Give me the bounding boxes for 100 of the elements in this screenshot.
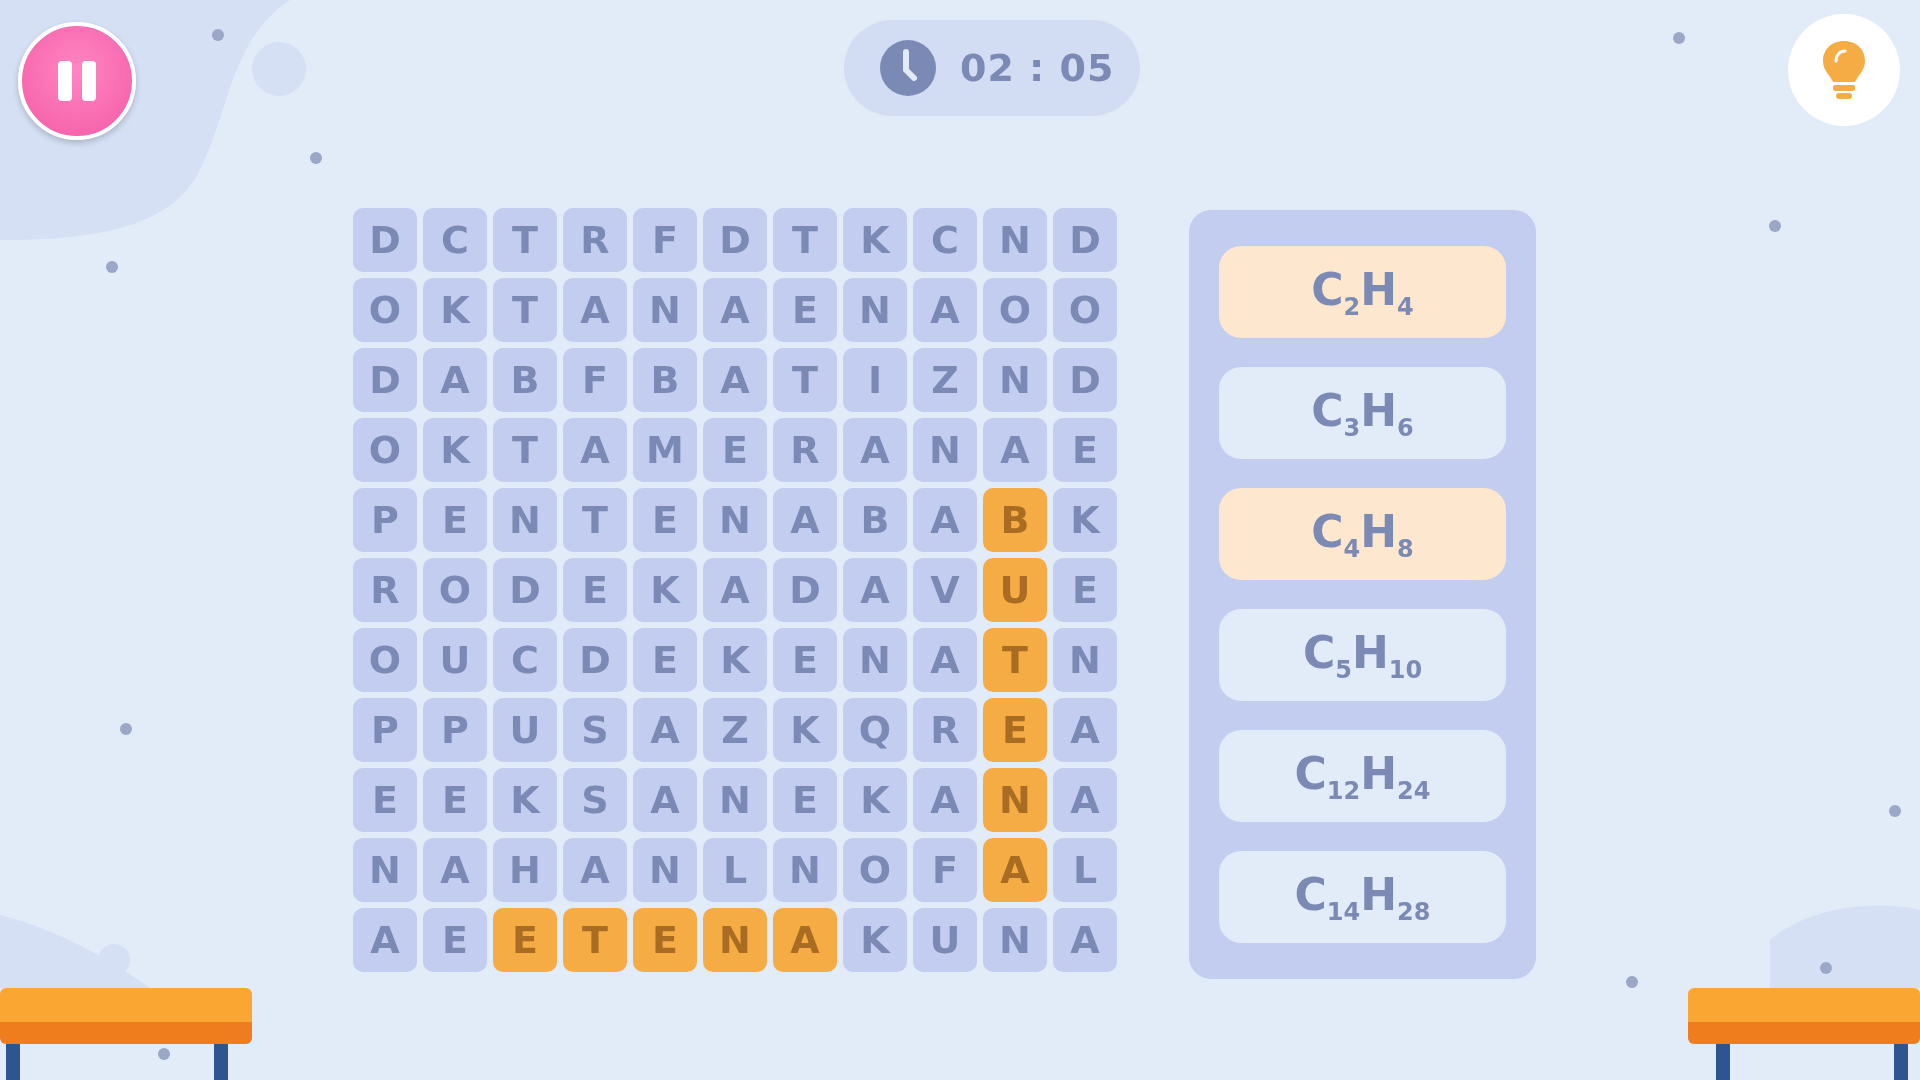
letter-tile[interactable]: P xyxy=(353,488,417,552)
letter-tile[interactable]: E xyxy=(423,908,487,972)
letter-tile[interactable]: E xyxy=(633,628,697,692)
letter-tile[interactable]: E xyxy=(983,698,1047,762)
letter-tile[interactable]: A xyxy=(1053,698,1117,762)
letter-tile[interactable]: P xyxy=(353,698,417,762)
letter-tile[interactable]: E xyxy=(633,488,697,552)
letter-tile[interactable]: A xyxy=(703,348,767,412)
letter-tile[interactable]: T xyxy=(563,488,627,552)
letter-tile[interactable]: A xyxy=(773,488,837,552)
letter-tile[interactable]: E xyxy=(633,908,697,972)
letter-tile[interactable]: T xyxy=(493,418,557,482)
letter-tile[interactable]: R xyxy=(773,418,837,482)
letter-tile[interactable]: U xyxy=(493,698,557,762)
letter-tile[interactable]: D xyxy=(1053,348,1117,412)
letter-tile[interactable]: A xyxy=(633,698,697,762)
letter-tile[interactable]: A xyxy=(563,418,627,482)
letter-tile[interactable]: N xyxy=(1053,628,1117,692)
letter-tile[interactable]: K xyxy=(843,768,907,832)
letter-tile[interactable]: A xyxy=(983,838,1047,902)
letter-tile[interactable]: N xyxy=(633,278,697,342)
letter-tile[interactable]: L xyxy=(703,838,767,902)
letter-tile[interactable]: E xyxy=(1053,418,1117,482)
letter-tile[interactable]: T xyxy=(773,348,837,412)
letter-tile[interactable]: A xyxy=(843,418,907,482)
letter-tile[interactable]: N xyxy=(913,418,977,482)
letter-tile[interactable]: A xyxy=(913,488,977,552)
letter-tile[interactable]: C xyxy=(493,628,557,692)
letter-tile[interactable]: O xyxy=(423,558,487,622)
letter-tile[interactable]: B xyxy=(633,348,697,412)
letter-tile[interactable]: A xyxy=(703,278,767,342)
letter-tile[interactable]: A xyxy=(563,278,627,342)
letter-tile[interactable]: D xyxy=(773,558,837,622)
letter-tile[interactable]: N xyxy=(983,208,1047,272)
letter-tile[interactable]: A xyxy=(913,628,977,692)
letter-tile[interactable]: O xyxy=(843,838,907,902)
letter-tile[interactable]: A xyxy=(983,418,1047,482)
letter-tile[interactable]: E xyxy=(1053,558,1117,622)
letter-tile[interactable]: O xyxy=(353,418,417,482)
letter-tile[interactable]: N xyxy=(983,768,1047,832)
letter-tile[interactable]: Z xyxy=(913,348,977,412)
letter-tile[interactable]: K xyxy=(843,208,907,272)
letter-tile[interactable]: R xyxy=(913,698,977,762)
letter-tile[interactable]: N xyxy=(773,838,837,902)
letter-tile[interactable]: K xyxy=(843,908,907,972)
letter-tile[interactable]: N xyxy=(843,278,907,342)
letter-tile[interactable]: H xyxy=(493,838,557,902)
letter-tile[interactable]: A xyxy=(633,768,697,832)
letter-tile[interactable]: Q xyxy=(843,698,907,762)
letter-tile[interactable]: N xyxy=(843,628,907,692)
letter-tile[interactable]: A xyxy=(1053,908,1117,972)
letter-tile[interactable]: K xyxy=(703,628,767,692)
letter-tile[interactable]: E xyxy=(773,768,837,832)
letter-tile[interactable]: A xyxy=(1053,768,1117,832)
letter-tile[interactable]: Z xyxy=(703,698,767,762)
letter-tile[interactable]: U xyxy=(913,908,977,972)
letter-tile[interactable]: R xyxy=(353,558,417,622)
letter-tile[interactable]: B xyxy=(493,348,557,412)
letter-tile[interactable]: F xyxy=(633,208,697,272)
letter-tile[interactable]: K xyxy=(773,698,837,762)
letter-tile[interactable]: N xyxy=(633,838,697,902)
letter-tile[interactable]: K xyxy=(633,558,697,622)
letter-tile[interactable]: A xyxy=(843,558,907,622)
letter-tile[interactable]: O xyxy=(353,628,417,692)
letter-tile[interactable]: N xyxy=(703,908,767,972)
letter-tile[interactable]: A xyxy=(913,768,977,832)
letter-tile[interactable]: T xyxy=(493,208,557,272)
letter-tile[interactable]: A xyxy=(563,838,627,902)
letter-tile[interactable]: K xyxy=(493,768,557,832)
letter-tile[interactable]: F xyxy=(913,838,977,902)
letter-tile[interactable]: D xyxy=(1053,208,1117,272)
letter-tile[interactable]: N xyxy=(493,488,557,552)
letter-tile[interactable]: E xyxy=(353,768,417,832)
letter-tile[interactable]: O xyxy=(983,278,1047,342)
letter-tile[interactable]: I xyxy=(843,348,907,412)
letter-tile[interactable]: D xyxy=(703,208,767,272)
letter-tile[interactable]: D xyxy=(353,348,417,412)
letter-tile[interactable]: O xyxy=(1053,278,1117,342)
letter-tile[interactable]: F xyxy=(563,348,627,412)
letter-tile[interactable]: U xyxy=(423,628,487,692)
letter-tile[interactable]: E xyxy=(773,278,837,342)
letter-tile[interactable]: A xyxy=(913,278,977,342)
letter-tile[interactable]: T xyxy=(563,908,627,972)
letter-tile[interactable]: A xyxy=(423,348,487,412)
letter-tile[interactable]: T xyxy=(983,628,1047,692)
letter-tile[interactable]: T xyxy=(773,208,837,272)
letter-tile[interactable]: D xyxy=(353,208,417,272)
letter-tile[interactable]: N xyxy=(983,348,1047,412)
letter-tile[interactable]: L xyxy=(1053,838,1117,902)
letter-tile[interactable]: E xyxy=(493,908,557,972)
letter-tile[interactable]: E xyxy=(423,488,487,552)
letter-tile[interactable]: T xyxy=(493,278,557,342)
letter-tile[interactable]: D xyxy=(563,628,627,692)
letter-tile[interactable]: S xyxy=(563,698,627,762)
letter-tile[interactable]: A xyxy=(353,908,417,972)
letter-tile[interactable]: A xyxy=(703,558,767,622)
letter-tile[interactable]: N xyxy=(983,908,1047,972)
letter-tile[interactable]: R xyxy=(563,208,627,272)
letter-tile[interactable]: M xyxy=(633,418,697,482)
letter-tile[interactable]: P xyxy=(423,698,487,762)
